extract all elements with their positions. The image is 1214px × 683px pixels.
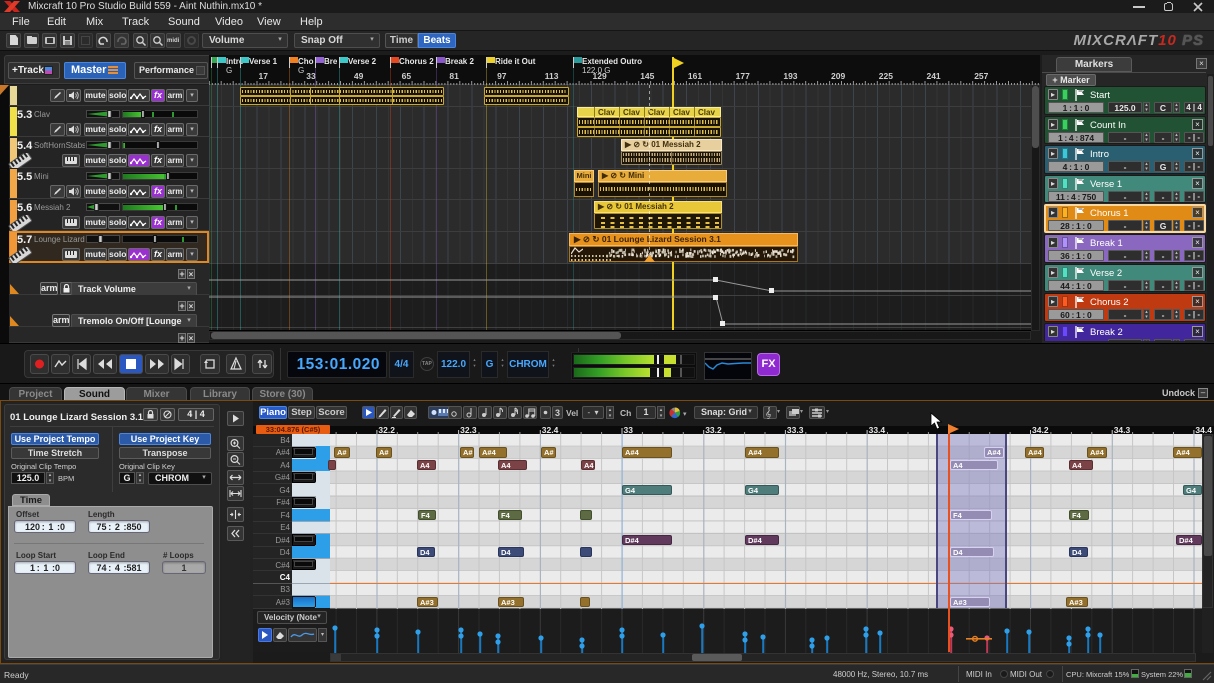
svg-text:𝄞: 𝄞	[765, 407, 772, 419]
svg-text:3: 3	[555, 408, 560, 418]
svg-text:▾: ▾	[683, 411, 687, 418]
